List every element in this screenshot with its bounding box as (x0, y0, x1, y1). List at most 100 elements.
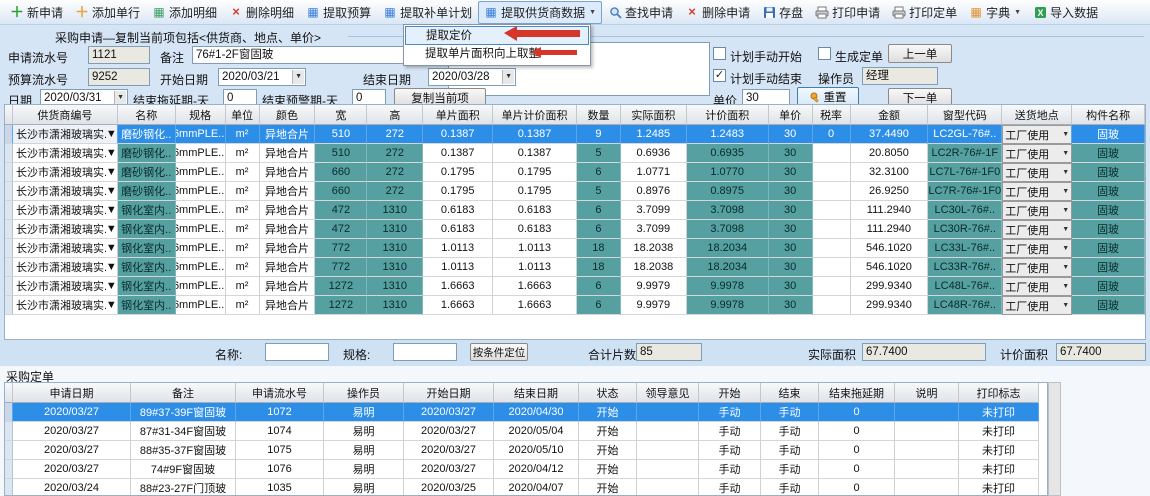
cell-unit-price[interactable]: 30 (769, 201, 813, 220)
cell-height[interactable]: 272 (367, 144, 423, 163)
detail-row[interactable]: 长沙市潇湘玻璃实..▼磨砂钢化..6mmPLE...m²异地合片6602720.… (5, 163, 1145, 182)
column-header-piece-area[interactable]: 单片面积 (423, 105, 493, 125)
cell-width[interactable]: 510 (315, 144, 367, 163)
cell-amount[interactable]: 299.9340 (851, 296, 929, 315)
cell-calc-area[interactable]: 0.6935 (687, 144, 769, 163)
cell-spec[interactable]: 6mmPLE... (176, 163, 226, 182)
cell-component-name[interactable]: 固玻 (1072, 125, 1145, 144)
cell-start[interactable]: 手动 (699, 422, 761, 441)
column-header-unit-price[interactable]: 单价 (769, 105, 813, 125)
column-header-leader-opinion[interactable]: 领导意见 (637, 383, 699, 403)
cell-spec[interactable]: 6mmPLE... (176, 144, 226, 163)
cell-note[interactable] (895, 422, 959, 441)
cell-component-name[interactable]: 固玻 (1072, 239, 1145, 258)
cell-qty[interactable]: 6 (577, 220, 621, 239)
cell-unit-price[interactable]: 30 (769, 239, 813, 258)
chevron-down-icon[interactable]: ▼ (106, 223, 117, 235)
column-header-start[interactable]: 开始 (699, 383, 761, 403)
cell-note[interactable] (895, 479, 959, 496)
cell-component-name[interactable]: 固玻 (1072, 220, 1145, 239)
cell-supplier-code[interactable]: 长沙市潇湘玻璃实..▼ (13, 125, 118, 144)
cell-name[interactable]: 磨砂钢化.. (118, 163, 176, 182)
cell-name[interactable]: 钢化室内.. (118, 296, 176, 315)
cell-status[interactable]: 开始 (579, 403, 637, 422)
chevron-down-icon[interactable]: ▼ (106, 185, 117, 197)
cell-piece-area[interactable]: 0.6183 (423, 220, 493, 239)
column-header-color[interactable]: 颜色 (260, 105, 316, 125)
cell-amount[interactable]: 546.1020 (851, 239, 929, 258)
cell-width[interactable]: 472 (315, 201, 367, 220)
detail-row[interactable]: 长沙市潇湘玻璃实..▼钢化室内..6mmPLE...m²异地合片12721310… (5, 296, 1145, 315)
cell-color[interactable]: 异地合片 (260, 258, 316, 277)
cell-unit-price[interactable]: 30 (769, 220, 813, 239)
chevron-down-icon[interactable]: ▼ (106, 299, 117, 311)
cell-name[interactable]: 钢化室内.. (118, 201, 176, 220)
cell-supplier-code[interactable]: 长沙市潇湘玻璃实..▼ (13, 239, 118, 258)
cell-amount[interactable]: 37.4490 (851, 125, 929, 144)
cell-calc-area[interactable]: 9.9978 (687, 296, 769, 315)
cell-remark[interactable]: 74#9F窗固玻 (131, 460, 236, 479)
cell-height[interactable]: 1310 (367, 277, 423, 296)
cell-status[interactable]: 开始 (579, 441, 637, 460)
cell-end-delay[interactable]: 0 (819, 403, 895, 422)
cell-end-date[interactable]: 2020/04/30 (494, 403, 579, 422)
toolbar-button-add-detail[interactable]: ▦添加明细 (146, 1, 223, 24)
cell-start[interactable]: 手动 (699, 460, 761, 479)
cell-tax-rate[interactable] (813, 296, 851, 315)
column-header-component-name[interactable]: 构件名称 (1072, 105, 1145, 125)
cell-window-code[interactable]: LC7L-76#-1F0 (928, 163, 1002, 182)
cell-apply-no[interactable]: 1072 (236, 403, 324, 422)
cell-component-name[interactable]: 固玻 (1072, 277, 1145, 296)
cell-height[interactable]: 272 (367, 163, 423, 182)
cell-remark[interactable]: 87#31-34F窗固玻 (131, 422, 236, 441)
toolbar-button-extract-supplier-data[interactable]: ▦提取供货商数据▼ (478, 1, 602, 24)
cell-apply-date[interactable]: 2020/03/27 (13, 422, 131, 441)
cell-supplier-code[interactable]: 长沙市潇湘玻璃实..▼ (13, 144, 118, 163)
cell-calc-area[interactable]: 18.2034 (687, 258, 769, 277)
cell-unit[interactable]: m² (226, 277, 260, 296)
chevron-down-icon[interactable]: ▼ (106, 166, 117, 178)
detail-row[interactable]: 长沙市潇湘玻璃实..▼磨砂钢化..6mmPLE...m²异地合片5102720.… (5, 144, 1145, 163)
cell-unit[interactable]: m² (226, 163, 260, 182)
cell-qty[interactable]: 5 (577, 182, 621, 201)
cell-start[interactable]: 手动 (699, 441, 761, 460)
cell-piece-calc-area[interactable]: 1.6663 (493, 277, 577, 296)
cell-apply-no[interactable]: 1075 (236, 441, 324, 460)
cell-operator[interactable]: 易明 (324, 422, 404, 441)
cell-qty[interactable]: 6 (577, 296, 621, 315)
column-header-window-code[interactable]: 窗型代码 (928, 105, 1002, 125)
column-header-remark[interactable]: 备注 (131, 383, 236, 403)
chevron-down-icon[interactable]: ▼ (114, 91, 126, 105)
cell-amount[interactable]: 111.2940 (851, 220, 929, 239)
cell-actual-area[interactable]: 0.8976 (621, 182, 687, 201)
cell-color[interactable]: 异地合片 (260, 220, 316, 239)
cell-component-name[interactable]: 固玻 (1072, 258, 1145, 277)
cell-piece-calc-area[interactable]: 0.1795 (493, 182, 577, 201)
cell-apply-date[interactable]: 2020/03/27 (13, 403, 131, 422)
cell-operator[interactable]: 易明 (324, 479, 404, 496)
detail-row[interactable]: 长沙市潇湘玻璃实..▼钢化室内..6mmPLE...m²异地合片47213100… (5, 220, 1145, 239)
cell-piece-calc-area[interactable]: 1.6663 (493, 296, 577, 315)
cell-end-date[interactable]: 2020/05/04 (494, 422, 579, 441)
cell-end[interactable]: 手动 (761, 460, 819, 479)
cell-start-date[interactable]: 2020/03/25 (404, 479, 494, 496)
cell-tax-rate[interactable] (813, 277, 851, 296)
column-header-calc-area[interactable]: 计价面积 (687, 105, 769, 125)
cell-amount[interactable]: 546.1020 (851, 258, 929, 277)
toolbar-button-save[interactable]: 存盘 (756, 1, 809, 24)
cell-name[interactable]: 钢化室内.. (118, 220, 176, 239)
toolbar-button-delete-application[interactable]: ×删除申请 (679, 1, 756, 24)
cell-tax-rate[interactable] (813, 239, 851, 258)
chevron-down-icon[interactable]: ▼ (106, 204, 117, 216)
column-header-operator[interactable]: 操作员 (324, 383, 404, 403)
cell-name[interactable]: 磨砂钢化.. (118, 182, 176, 201)
cell-start-date[interactable]: 2020/03/27 (404, 422, 494, 441)
cell-operator[interactable]: 易明 (324, 441, 404, 460)
cell-note[interactable] (895, 460, 959, 479)
cell-height[interactable]: 1310 (367, 296, 423, 315)
cell-start-date[interactable]: 2020/03/27 (404, 441, 494, 460)
cell-unit-price[interactable]: 30 (769, 163, 813, 182)
apply-no-field[interactable]: 1121 (88, 46, 150, 64)
cell-calc-area[interactable]: 18.2034 (687, 239, 769, 258)
cell-tax-rate[interactable] (813, 201, 851, 220)
